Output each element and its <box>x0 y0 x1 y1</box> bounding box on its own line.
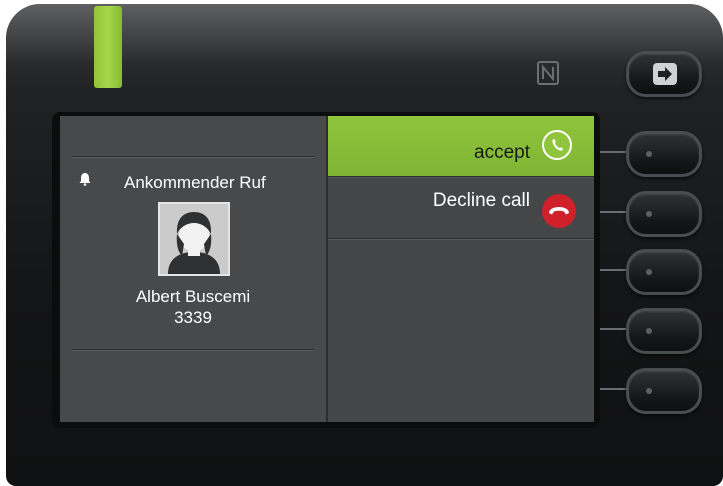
status-led <box>94 6 122 88</box>
display-screen: Ankommender Ruf Albert Buscemi 3339 acce… <box>60 116 594 422</box>
softkey-4[interactable] <box>626 308 702 354</box>
caller-name: Albert Buscemi <box>135 287 251 306</box>
panel-divider-top <box>72 156 314 158</box>
softkey-3[interactable] <box>626 249 702 295</box>
person-avatar-icon <box>158 202 230 276</box>
softkey-indicator <box>646 269 652 275</box>
menu-item-label: Decline call <box>432 190 530 211</box>
softkey-indicator <box>646 151 652 157</box>
softkey-indicator <box>646 388 652 394</box>
menu-separator <box>328 238 594 240</box>
panel-divider-bottom <box>72 349 314 351</box>
softkey-indicator <box>646 328 652 334</box>
menu-item-label: accept <box>474 142 530 163</box>
call-status-title: Ankommender Ruf <box>124 173 266 192</box>
exit-button[interactable] <box>626 51 702 97</box>
softkey-indicator <box>646 211 652 217</box>
incoming-call-panel: Ankommender Ruf Albert Buscemi 3339 <box>60 116 326 422</box>
softkey-2[interactable] <box>626 191 702 237</box>
nfc-icon <box>536 60 560 86</box>
softkey-5[interactable] <box>626 368 702 414</box>
bell-icon <box>79 172 91 186</box>
menu-item-decline-call[interactable]: Decline call <box>328 178 594 238</box>
softkey-1[interactable] <box>626 131 702 177</box>
phone-accept-icon <box>542 130 572 160</box>
caller-number: 3339 <box>174 308 212 327</box>
exit-icon <box>653 63 677 85</box>
phone-hangup-icon <box>542 194 576 228</box>
context-menu: accept Decline call <box>328 116 594 422</box>
menu-item-accept[interactable]: accept <box>328 116 594 176</box>
